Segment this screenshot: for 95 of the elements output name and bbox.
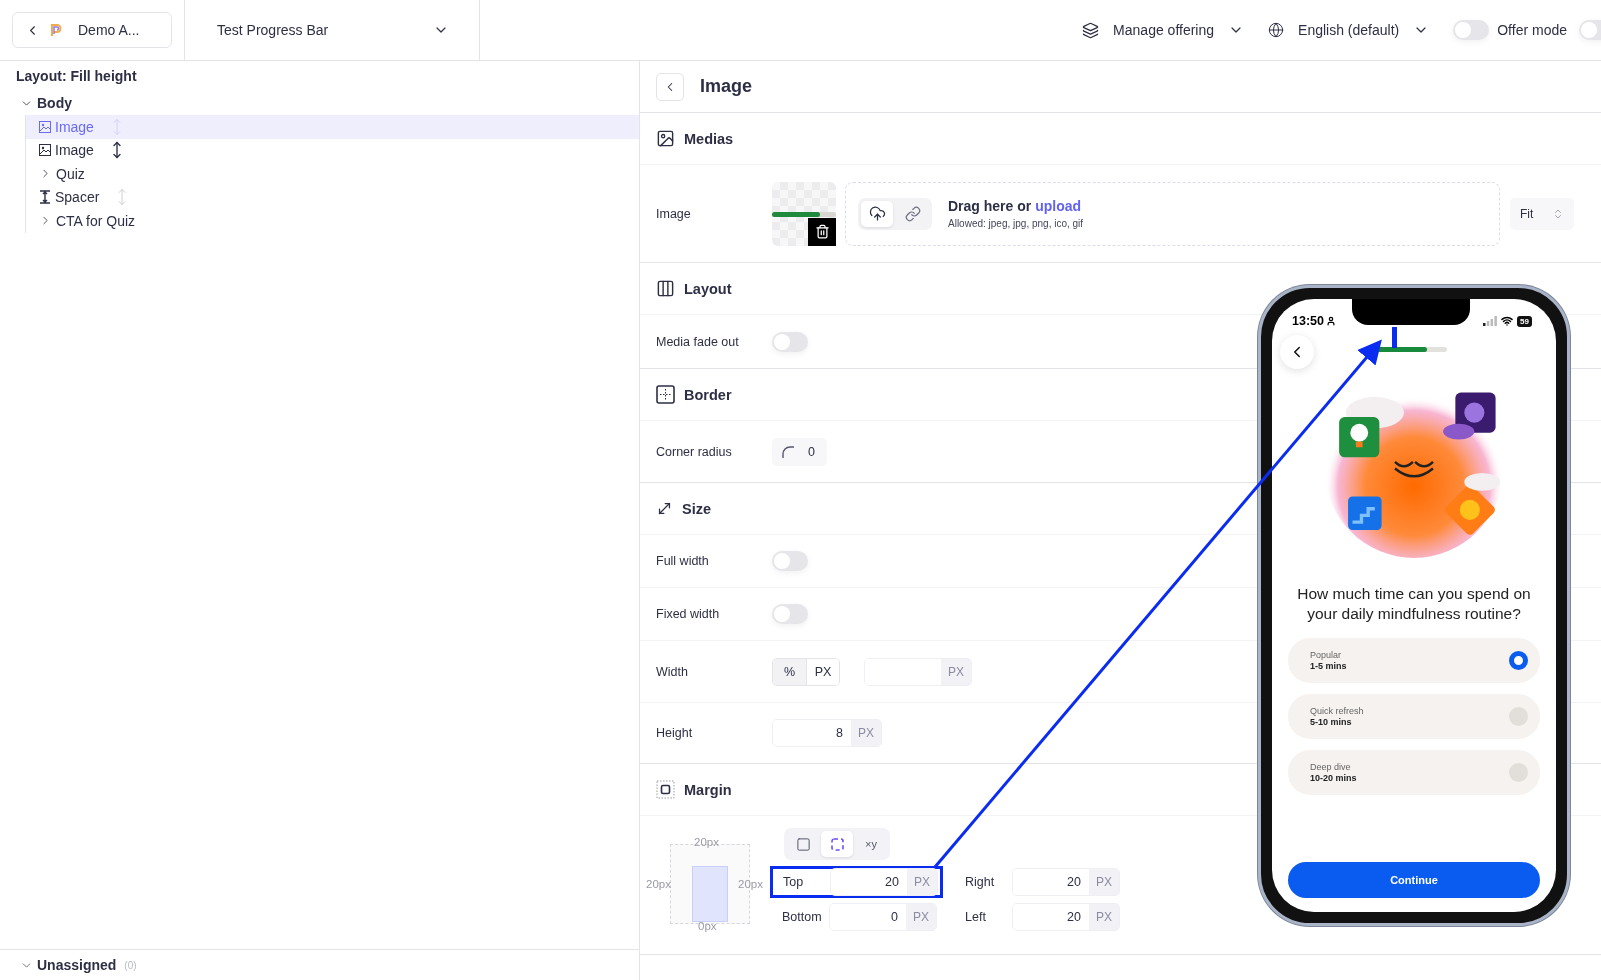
answer-option[interactable]: Quick refresh 5-10 mins	[1288, 694, 1540, 739]
toggle-switch[interactable]	[772, 604, 808, 624]
resize-icon	[656, 500, 673, 517]
back-button[interactable]	[656, 72, 684, 101]
image-icon	[656, 129, 675, 148]
upload-button[interactable]	[861, 200, 893, 227]
option-value: 5-10 mins	[1310, 717, 1353, 727]
border-icon	[656, 385, 675, 404]
unassigned-label: Unassigned	[37, 957, 117, 973]
margin-field[interactable]: 20 PX	[830, 868, 938, 896]
tree-item[interactable]: Image	[26, 138, 639, 162]
logo-icon	[50, 23, 62, 37]
globe-icon	[1268, 22, 1285, 38]
toggle-switch[interactable]	[772, 551, 808, 571]
tree-item[interactable]: Spacer	[26, 185, 639, 209]
delete-button[interactable]	[808, 217, 836, 246]
offer-mode-label: Offer mode	[1497, 22, 1567, 38]
height-field[interactable]: 8 PX	[772, 719, 882, 747]
section-title: Margin	[684, 781, 732, 798]
section-title: Layout	[684, 280, 732, 297]
battery-level: 59	[1517, 315, 1532, 327]
element-preview	[692, 866, 728, 922]
question-text: How much time can you spend on your daily mindfulness routine?	[1296, 584, 1532, 624]
upload-icon	[868, 205, 886, 222]
drop-zone[interactable]: Drag here or upload Allowed: jpeg, jpg, png, ico, gif	[845, 181, 1500, 246]
image-icon	[39, 144, 51, 157]
field-label: Image	[656, 206, 692, 221]
margin-value-label: 0px	[698, 920, 717, 932]
section-title: Medias	[684, 130, 734, 147]
margin-value-label: 20px	[694, 836, 719, 848]
margin-field[interactable]: 20 PX	[1012, 868, 1120, 896]
margin-value-label: 20px	[646, 878, 671, 890]
offering-dropdown[interactable]: Manage offering	[1082, 21, 1245, 39]
corner-icon	[782, 445, 794, 458]
tree-item[interactable]: CTA for Quiz	[26, 209, 639, 233]
answer-option[interactable]: Deep dive 10-20 mins	[1288, 750, 1540, 795]
margin-field[interactable]: 20 PX	[1012, 903, 1120, 931]
layout-label: Layout: Fill height	[15, 69, 138, 86]
section-title: Size	[682, 500, 711, 517]
page-select[interactable]: Test Progress Bar	[205, 12, 461, 48]
field-label: Media fade out	[656, 334, 740, 349]
field-label: Width	[656, 664, 689, 679]
field-label: Fixed width	[656, 607, 721, 621]
field-label: Bottom	[782, 910, 823, 924]
updown-icon	[1552, 207, 1564, 220]
radio-button[interactable]	[1509, 651, 1528, 670]
option-title: Quick refresh	[1310, 706, 1364, 716]
field-label: Right	[965, 875, 996, 889]
drop-text: Drag here or upload	[948, 198, 1083, 214]
option-value: 10-20 mins	[1310, 773, 1357, 783]
option-title: Popular	[1310, 650, 1343, 660]
toggle-switch[interactable]	[1453, 20, 1490, 40]
link-icon	[905, 205, 921, 222]
section-title: Border	[684, 386, 732, 403]
field-label: Height	[656, 726, 694, 740]
field-label: Full width	[656, 554, 710, 568]
continue-button[interactable]: Continue	[1288, 862, 1540, 898]
signal-icon	[1483, 316, 1498, 326]
unit-toggle[interactable]: %	[773, 658, 806, 685]
item-count: (0)	[124, 959, 137, 971]
radius-field[interactable]: 0	[772, 437, 827, 466]
spacer-icon	[39, 190, 51, 205]
square-icon	[795, 836, 811, 852]
back-button[interactable]	[1280, 335, 1314, 369]
tree-item[interactable]: Quiz	[26, 162, 639, 186]
upload-link[interactable]: upload	[1035, 198, 1082, 214]
panel-title: Image	[700, 76, 753, 97]
option-title: Deep dive	[1310, 762, 1352, 772]
margin-mode-button[interactable]	[821, 831, 853, 857]
tree-group[interactable]: Body	[0, 91, 72, 115]
columns-icon	[656, 279, 675, 298]
unit-toggle[interactable]: PX	[806, 658, 839, 685]
sides-icon	[829, 836, 845, 852]
allowed-types-text: Allowed: jpeg, jpg, png, ico, gif	[948, 218, 1084, 229]
unassigned-row[interactable]: Unassigned (0)	[0, 949, 639, 980]
tree-item[interactable]: Image	[26, 115, 639, 139]
margin-icon	[656, 780, 675, 799]
field-label: Corner radius	[656, 444, 733, 459]
layers-icon	[1082, 21, 1100, 39]
option-value: 1-5 mins	[1310, 661, 1347, 671]
field-label: Top	[783, 875, 805, 889]
back-button[interactable]: Demo A...	[12, 12, 172, 48]
image-icon	[39, 120, 51, 133]
toggle-switch[interactable]	[772, 331, 808, 352]
fit-select[interactable]: Fit	[1510, 197, 1574, 230]
status-time: 13:50	[1292, 314, 1324, 328]
margin-value-label: 20px	[738, 878, 763, 890]
field-label: Left	[965, 910, 987, 924]
answer-option[interactable]: Popular 1-5 mins	[1288, 638, 1540, 683]
person-icon	[1326, 316, 1336, 326]
wifi-icon	[1501, 315, 1514, 327]
trash-icon	[814, 224, 830, 239]
language-dropdown[interactable]: English (default)	[1268, 22, 1430, 38]
margin-field[interactable]: 0 PX	[829, 903, 937, 931]
pointer-mark	[1392, 327, 1397, 348]
